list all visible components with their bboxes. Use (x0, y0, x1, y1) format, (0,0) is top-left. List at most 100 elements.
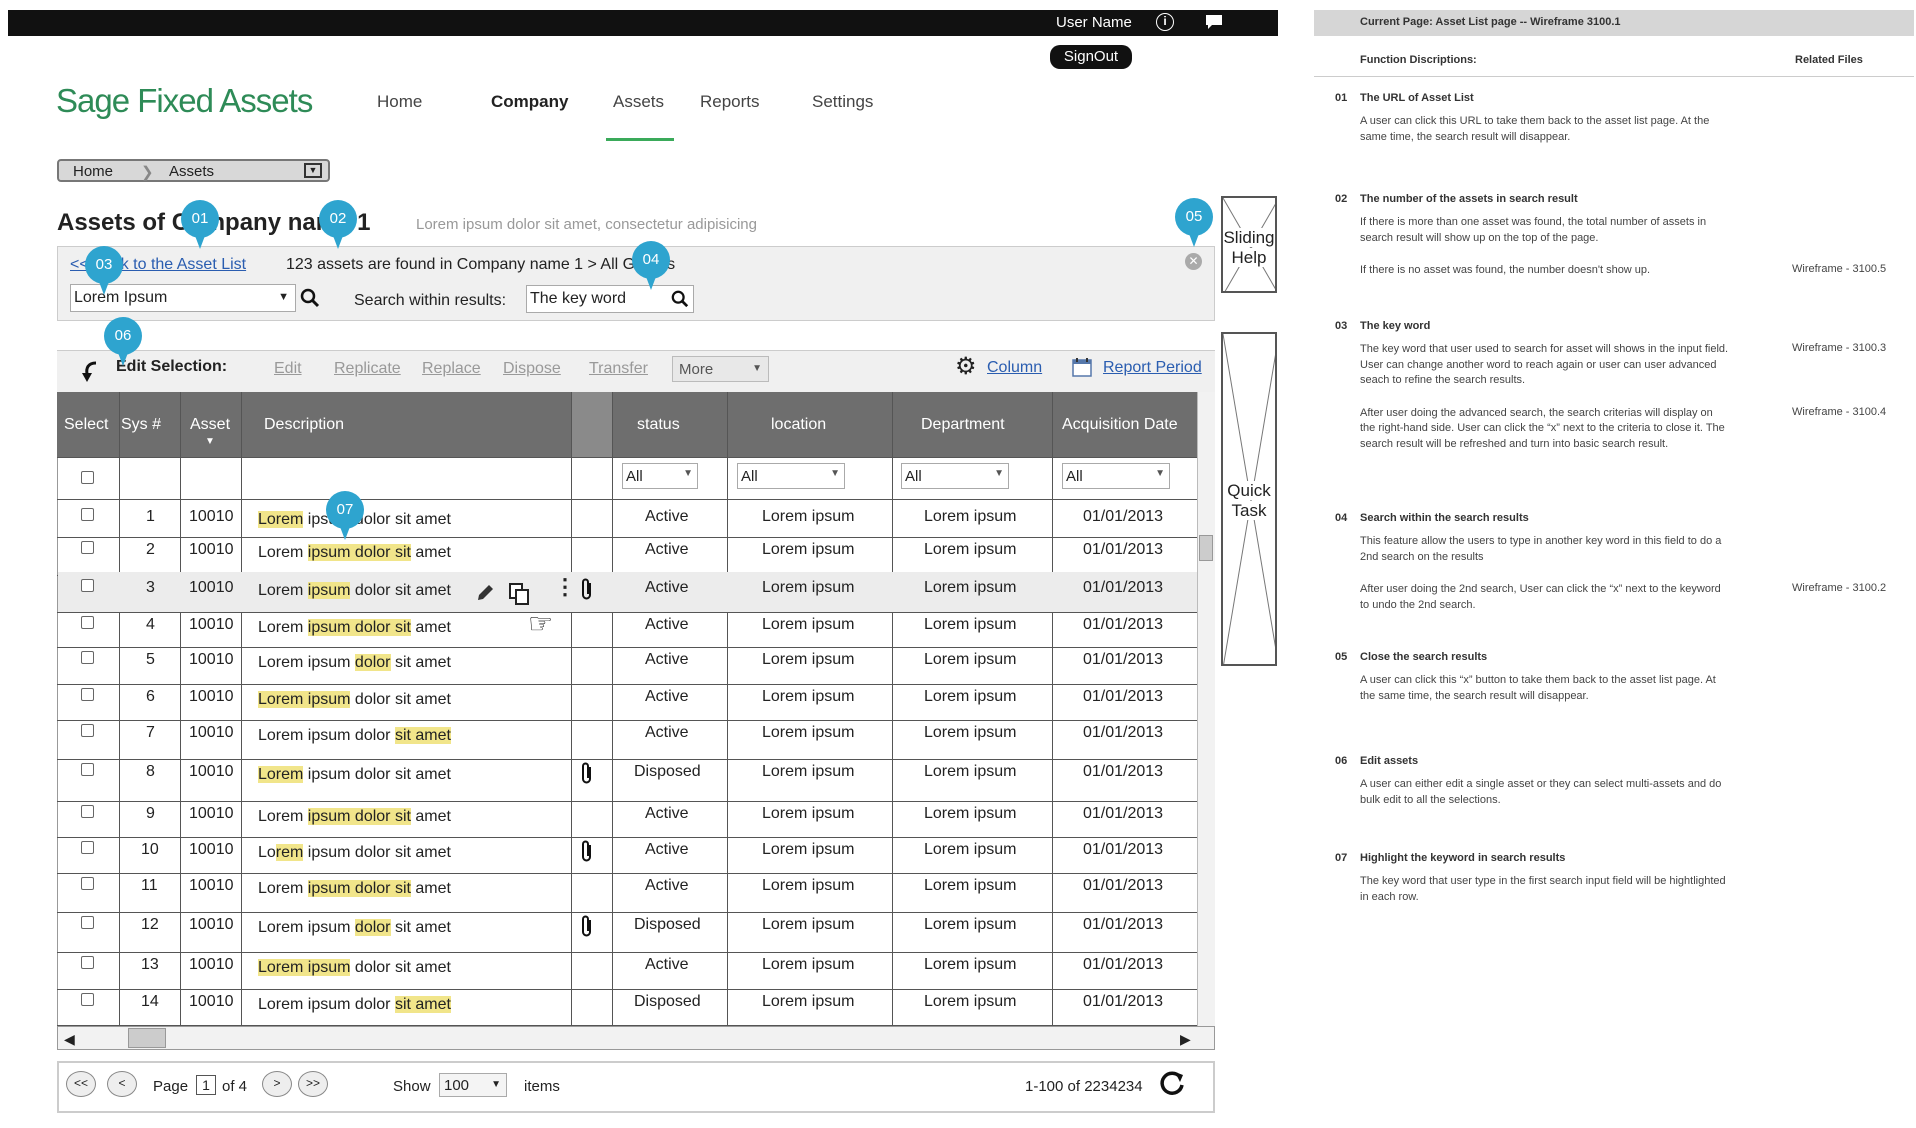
last-page-button[interactable]: >> (298, 1071, 328, 1097)
refresh-icon[interactable] (1158, 1069, 1186, 1102)
breadcrumb-dropdown-icon[interactable]: ▼ (304, 163, 322, 178)
doc-item-number: 07 (1335, 852, 1348, 864)
page-count-label: of 4 (222, 1078, 248, 1095)
edit-action[interactable]: Edit (274, 360, 302, 378)
attachment-icon[interactable] (580, 761, 594, 790)
user-name[interactable]: User Name (1056, 14, 1132, 31)
description: Lorem ipsum dolor sit amet (258, 880, 451, 898)
status-filter[interactable]: All ▼ (622, 463, 698, 489)
header-sys[interactable]: Sys # (121, 416, 161, 434)
sys-number: 7 (146, 724, 155, 741)
date-filter[interactable]: All ▼ (1062, 463, 1170, 489)
status: Active (645, 616, 689, 633)
row-checkbox[interactable] (81, 877, 94, 890)
horizontal-scroll-thumb[interactable] (128, 1028, 166, 1048)
transfer-action[interactable]: Transfer (589, 360, 648, 378)
description: Lorem ipsum dolor sit amet (258, 544, 451, 562)
replicate-action[interactable]: Replicate (334, 360, 401, 378)
column-link[interactable]: Column (987, 359, 1042, 377)
row-checkbox[interactable] (81, 724, 94, 737)
department-filter[interactable]: All ▼ (901, 463, 1009, 489)
row-checkbox[interactable] (81, 688, 94, 701)
status-filter-value: All (626, 468, 643, 485)
acquisition-date: 01/01/2013 (1083, 993, 1164, 1010)
breadcrumb-home[interactable]: Home (73, 163, 113, 180)
calendar-icon[interactable] (1072, 357, 1092, 382)
signout-button[interactable]: SignOut (1050, 45, 1132, 69)
header-asset[interactable]: Asset (190, 416, 230, 434)
sys-number: 8 (146, 763, 155, 780)
department: Lorem ipsum (924, 841, 1017, 858)
select-all-checkbox[interactable] (81, 471, 94, 484)
doc-current-page: Current Page: Asset List page -- Wirefra… (1314, 10, 1914, 36)
header-select[interactable]: Select (64, 416, 108, 434)
row-checkbox[interactable] (81, 956, 94, 969)
sliding-help-box[interactable]: Sliding Help (1221, 196, 1277, 293)
row-checkbox[interactable] (81, 541, 94, 554)
callout-01: 01 (181, 200, 219, 249)
chevron-down-icon: ▼ (830, 468, 840, 479)
vertical-scrollbar[interactable] (1197, 392, 1215, 1026)
header-status[interactable]: status (637, 416, 680, 434)
scroll-left-icon[interactable]: ◀ (64, 1031, 75, 1048)
sort-down-icon[interactable]: ▼ (205, 436, 215, 447)
grid-line (1052, 392, 1053, 1026)
search-icon[interactable] (300, 288, 320, 313)
horizontal-scrollbar[interactable] (57, 1026, 1215, 1050)
more-select[interactable]: More ▼ (672, 356, 769, 382)
quick-task-box[interactable]: Quick Task (1221, 332, 1277, 666)
next-page-button[interactable]: > (262, 1071, 292, 1097)
edit-pencil-icon[interactable] (475, 583, 495, 608)
attachment-icon[interactable] (580, 914, 594, 943)
scroll-right-icon[interactable]: ▶ (1180, 1031, 1191, 1048)
row-checkbox[interactable] (81, 763, 94, 776)
breadcrumb-assets[interactable]: Assets (169, 163, 214, 180)
description-text: amet (410, 808, 451, 825)
header-acquisition-date[interactable]: Acquisition Date (1062, 416, 1178, 434)
nav-reports[interactable]: Reports (700, 92, 760, 112)
grid-line (727, 392, 728, 1026)
row-checkbox[interactable] (81, 841, 94, 854)
first-page-button[interactable]: << (66, 1071, 96, 1097)
row-checkbox[interactable] (81, 916, 94, 929)
attachment-icon[interactable] (580, 839, 594, 868)
top-bar: User Name i (8, 10, 1278, 36)
search-within-icon[interactable] (671, 290, 689, 313)
gear-icon[interactable]: ⚙ (955, 355, 977, 379)
row-checkbox[interactable] (81, 579, 94, 592)
row-checkbox[interactable] (81, 993, 94, 1006)
more-vertical-icon[interactable]: ⋮ (554, 576, 576, 598)
row-checkbox[interactable] (81, 508, 94, 521)
report-period-link[interactable]: Report Period (1103, 359, 1202, 377)
copy-icon[interactable] (508, 582, 530, 611)
dispose-action[interactable]: Dispose (503, 360, 561, 378)
nav-company[interactable]: Company (491, 92, 568, 112)
page-size-select[interactable]: 100 ▼ (439, 1073, 507, 1097)
nav-settings[interactable]: Settings (812, 92, 873, 112)
location-filter[interactable]: All ▼ (737, 463, 845, 489)
header-location[interactable]: location (771, 416, 826, 434)
close-search-icon[interactable]: ✕ (1185, 253, 1202, 270)
sys-number: 13 (141, 956, 159, 973)
row-checkbox[interactable] (81, 805, 94, 818)
status: Disposed (634, 763, 701, 780)
search-within-input[interactable]: The key word (526, 285, 694, 313)
prev-page-button[interactable]: < (107, 1071, 137, 1097)
header-description[interactable]: Description (264, 416, 344, 434)
page-number-input[interactable]: 1 (196, 1075, 216, 1095)
replace-action[interactable]: Replace (422, 360, 481, 378)
doc-item-title: Highlight the keyword in search results (1360, 852, 1566, 864)
acquisition-date: 01/01/2013 (1083, 877, 1164, 894)
chat-icon[interactable] (1204, 13, 1224, 33)
row-checkbox[interactable] (81, 651, 94, 664)
nav-assets[interactable]: Assets (613, 92, 664, 112)
department: Lorem ipsum (924, 956, 1017, 973)
header-department[interactable]: Department (921, 416, 1005, 434)
location: Lorem ipsum (762, 651, 855, 668)
info-icon[interactable]: i (1156, 13, 1174, 31)
vertical-scroll-thumb[interactable] (1199, 535, 1213, 561)
attachment-icon[interactable] (580, 577, 594, 606)
row-checkbox[interactable] (81, 616, 94, 629)
nav-home[interactable]: Home (377, 92, 422, 112)
sys-number: 14 (141, 993, 159, 1010)
